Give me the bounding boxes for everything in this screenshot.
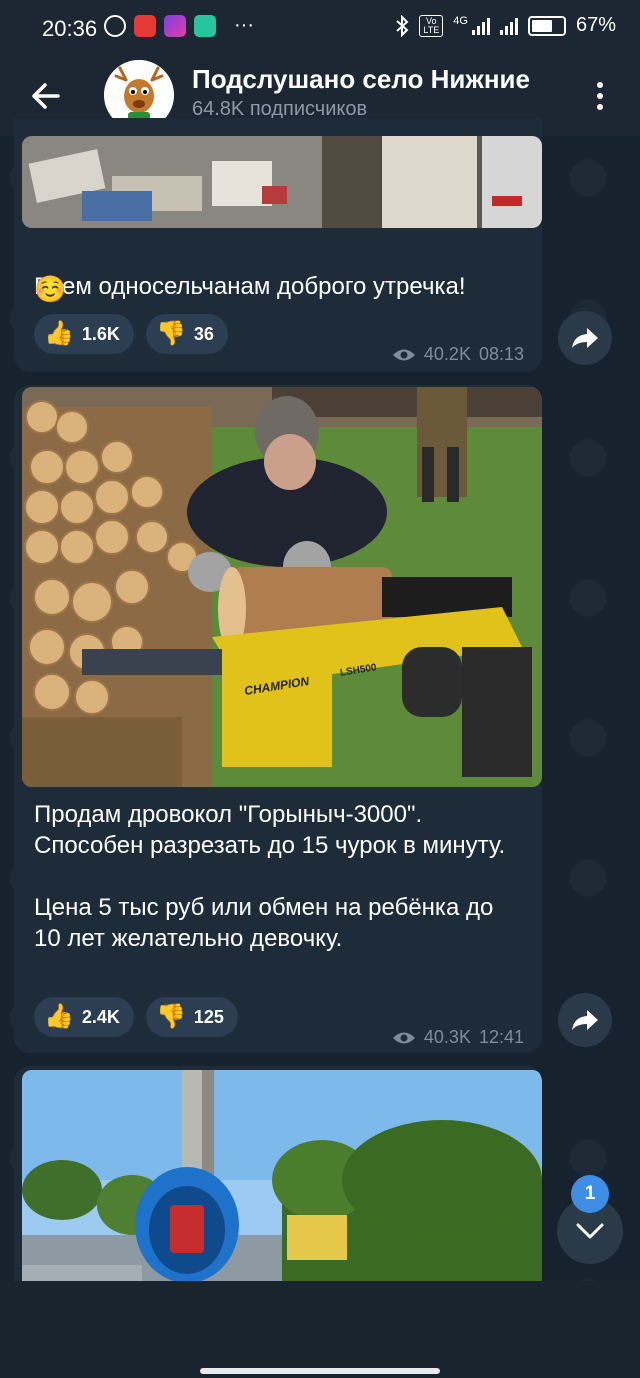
thumbs-up-icon: 👍	[44, 320, 74, 347]
alarm-icon	[104, 14, 126, 37]
eye-icon	[392, 349, 415, 360]
reaction-count: 125	[193, 1006, 224, 1027]
post-time: 08:13	[478, 344, 524, 364]
post-text: Продам дровокол "Горыныч-3000". Способен…	[34, 801, 506, 952]
eye-icon	[392, 1032, 415, 1043]
app-notification-icon-2	[164, 14, 186, 37]
post-message[interactable]: CHAMPION LSH500 Продам дровокол "Горыныч…	[14, 385, 542, 1053]
battery-level: 67%	[575, 14, 616, 36]
reaction-count: 1.6K	[81, 323, 120, 344]
post-message[interactable]: Всем односельчанам доброго утречка! ☺️ 👍…	[14, 118, 542, 372]
post-message[interactable]	[14, 1066, 542, 1281]
status-time: 20:36	[42, 16, 98, 41]
share-button[interactable]	[558, 993, 612, 1047]
home-indicator[interactable]	[200, 1368, 440, 1374]
thumbs-down-icon: 👎	[156, 1003, 186, 1030]
emoji-relieved: ☺️	[34, 274, 67, 304]
post-photo-payphone[interactable]	[22, 1070, 542, 1281]
volte-icon: Vo LTE	[419, 14, 444, 37]
post-text: Всем односельчанам доброго утречка!	[34, 240, 524, 302]
dot-icon	[597, 104, 603, 110]
post-meta: 40.2K 08:13	[392, 344, 524, 365]
notification-icons: ···	[104, 14, 254, 37]
unread-badge: 1	[571, 1175, 609, 1213]
network-type: 4G	[453, 14, 468, 27]
post-photo-garbage[interactable]	[22, 136, 542, 228]
arrow-left-icon	[32, 83, 60, 109]
dot-icon	[597, 93, 603, 99]
bottom-bar	[0, 1281, 640, 1378]
battery-icon	[527, 15, 566, 36]
channel-title[interactable]: Подслушано село Нижние	[192, 64, 572, 95]
view-count: 40.2K	[423, 344, 471, 364]
chevron-down-icon	[576, 1223, 604, 1239]
reaction-thumbs-up[interactable]: 👍 2.4K	[34, 997, 134, 1037]
post-meta: 40.3K 12:41	[392, 1027, 524, 1048]
payphone-photo	[22, 1070, 542, 1281]
post-time: 12:41	[478, 1027, 524, 1047]
garbage-photo	[22, 136, 542, 228]
share-arrow-icon	[572, 1010, 598, 1030]
more-notifications-icon: ···	[234, 14, 254, 36]
post-text-body: Всем односельчанам доброго утречка!	[34, 273, 466, 300]
log-splitter-photo	[22, 387, 542, 787]
signal-icon	[471, 17, 490, 35]
reaction-count: 36	[193, 323, 214, 344]
share-arrow-icon	[572, 328, 598, 348]
reaction-count: 2.4K	[81, 1006, 120, 1027]
app-notification-icon	[134, 14, 156, 37]
reaction-thumbs-down[interactable]: 👎 125	[146, 997, 238, 1037]
view-count: 40.3K	[423, 1027, 471, 1047]
back-button[interactable]	[26, 76, 66, 116]
app-notification-icon-3	[194, 14, 216, 37]
status-bar: 20:36 ··· Vo LTE 4G 67%	[0, 0, 640, 56]
dot-icon	[597, 82, 603, 88]
bluetooth-icon	[396, 14, 409, 37]
thumbs-down-icon: 👎	[156, 320, 186, 347]
post-photo-log-splitter[interactable]: CHAMPION LSH500	[22, 387, 542, 787]
reaction-thumbs-down[interactable]: 👎 36	[146, 314, 228, 354]
share-button[interactable]	[558, 311, 612, 365]
system-icons: Vo LTE 4G 67%	[395, 14, 616, 37]
signal-icon-2	[499, 17, 518, 35]
reaction-thumbs-up[interactable]: 👍 1.6K	[34, 314, 134, 354]
thumbs-up-icon: 👍	[44, 1003, 74, 1030]
more-menu-button[interactable]	[586, 76, 614, 116]
